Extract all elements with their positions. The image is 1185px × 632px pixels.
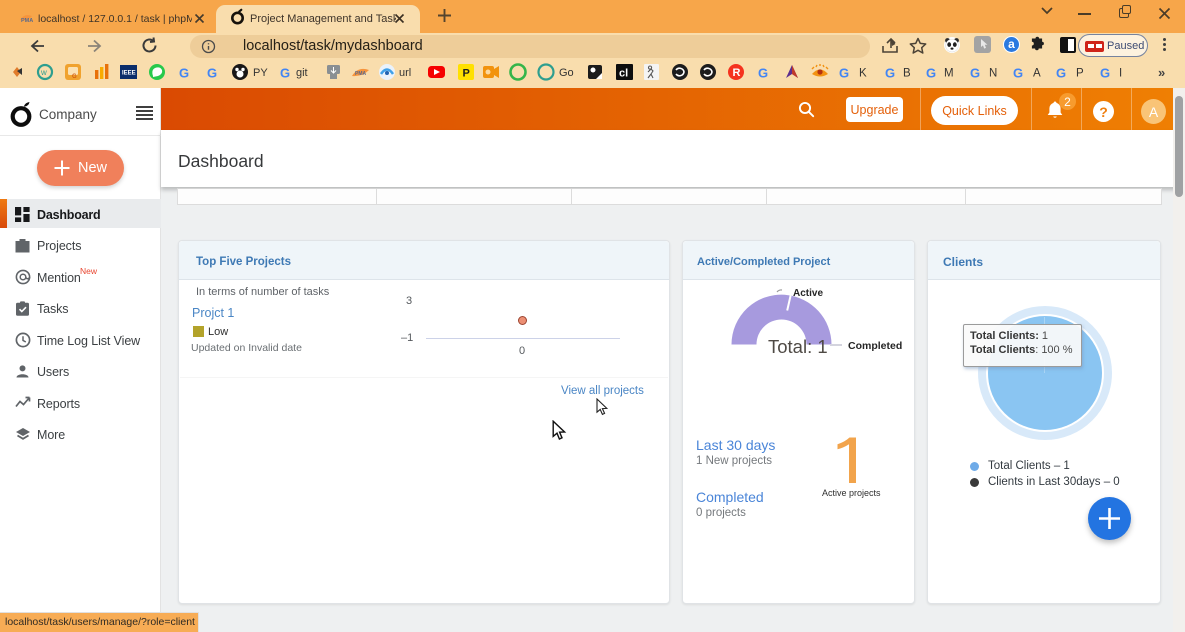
svg-text:IEEE: IEEE [122, 71, 136, 77]
svg-text:G: G [758, 66, 768, 81]
svg-text:K: K [859, 68, 867, 80]
svg-text:G: G [1056, 66, 1066, 81]
svg-text:PY: PY [253, 67, 268, 79]
svg-text:N: N [989, 68, 997, 80]
svg-text:git: git [296, 67, 308, 79]
svg-text:G: G [280, 66, 290, 81]
svg-text:G: G [207, 66, 217, 81]
svg-text:url: url [399, 67, 411, 79]
svg-text:PMA: PMA [21, 18, 33, 24]
svg-text:G: G [839, 66, 849, 81]
svg-text:w: w [40, 68, 47, 77]
svg-text:cl: cl [619, 68, 628, 80]
svg-text:G: G [926, 66, 936, 81]
svg-text:G: G [1100, 66, 1110, 81]
svg-text:G: G [885, 66, 895, 81]
svg-text:P: P [463, 68, 470, 80]
svg-text:M: M [944, 68, 954, 80]
svg-text:G: G [1013, 66, 1023, 81]
svg-text:I: I [1119, 68, 1122, 80]
svg-text:G: G [179, 66, 189, 81]
svg-text:Go: Go [559, 67, 574, 79]
svg-text:B: B [903, 68, 911, 80]
svg-text:G: G [72, 74, 77, 80]
svg-text:G: G [970, 66, 980, 81]
svg-text:P: P [1076, 68, 1084, 80]
svg-text:»: » [1158, 65, 1165, 80]
svg-text:R: R [733, 67, 741, 79]
svg-text:A: A [1033, 68, 1041, 80]
svg-text:PMA: PMA [355, 71, 367, 77]
